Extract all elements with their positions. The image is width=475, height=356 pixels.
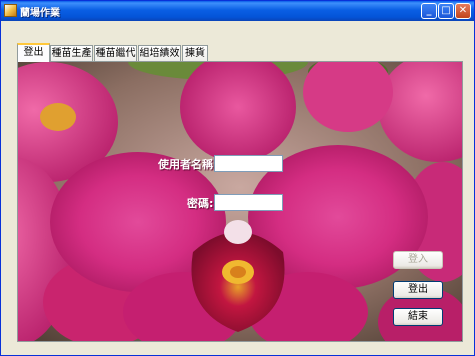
app-window: 蘭場作業 _ □ ✕ 登出 種苗生產 種苗繼代 組培績效 揀貨 使用者名稱: 密… — [0, 0, 475, 356]
maximize-button[interactable]: □ — [438, 3, 454, 19]
close-button[interactable]: ✕ — [455, 3, 471, 19]
password-field[interactable] — [214, 194, 283, 211]
tab-seedling-subculture[interactable]: 種苗繼代 — [94, 45, 137, 61]
login-tab-page: 使用者名稱: 密碼: 登入 登出 結束 — [17, 61, 463, 342]
tab-logout[interactable]: 登出 — [17, 43, 50, 62]
password-label: 密碼: — [187, 197, 214, 210]
tab-seedling-production[interactable]: 種苗生產 — [50, 45, 93, 61]
app-icon — [4, 4, 17, 17]
tab-culture-performance[interactable]: 組培績效 — [138, 45, 181, 61]
exit-button[interactable]: 結束 — [393, 308, 443, 326]
username-label: 使用者名稱: — [158, 158, 218, 171]
minimize-button[interactable]: _ — [421, 3, 437, 19]
login-button[interactable]: 登入 — [393, 251, 443, 269]
title-bar[interactable]: 蘭場作業 _ □ ✕ — [1, 1, 474, 21]
logout-button[interactable]: 登出 — [393, 281, 443, 299]
tab-picking[interactable]: 揀貨 — [182, 45, 208, 61]
username-field[interactable] — [214, 155, 283, 172]
window-title: 蘭場作業 — [20, 8, 60, 19]
